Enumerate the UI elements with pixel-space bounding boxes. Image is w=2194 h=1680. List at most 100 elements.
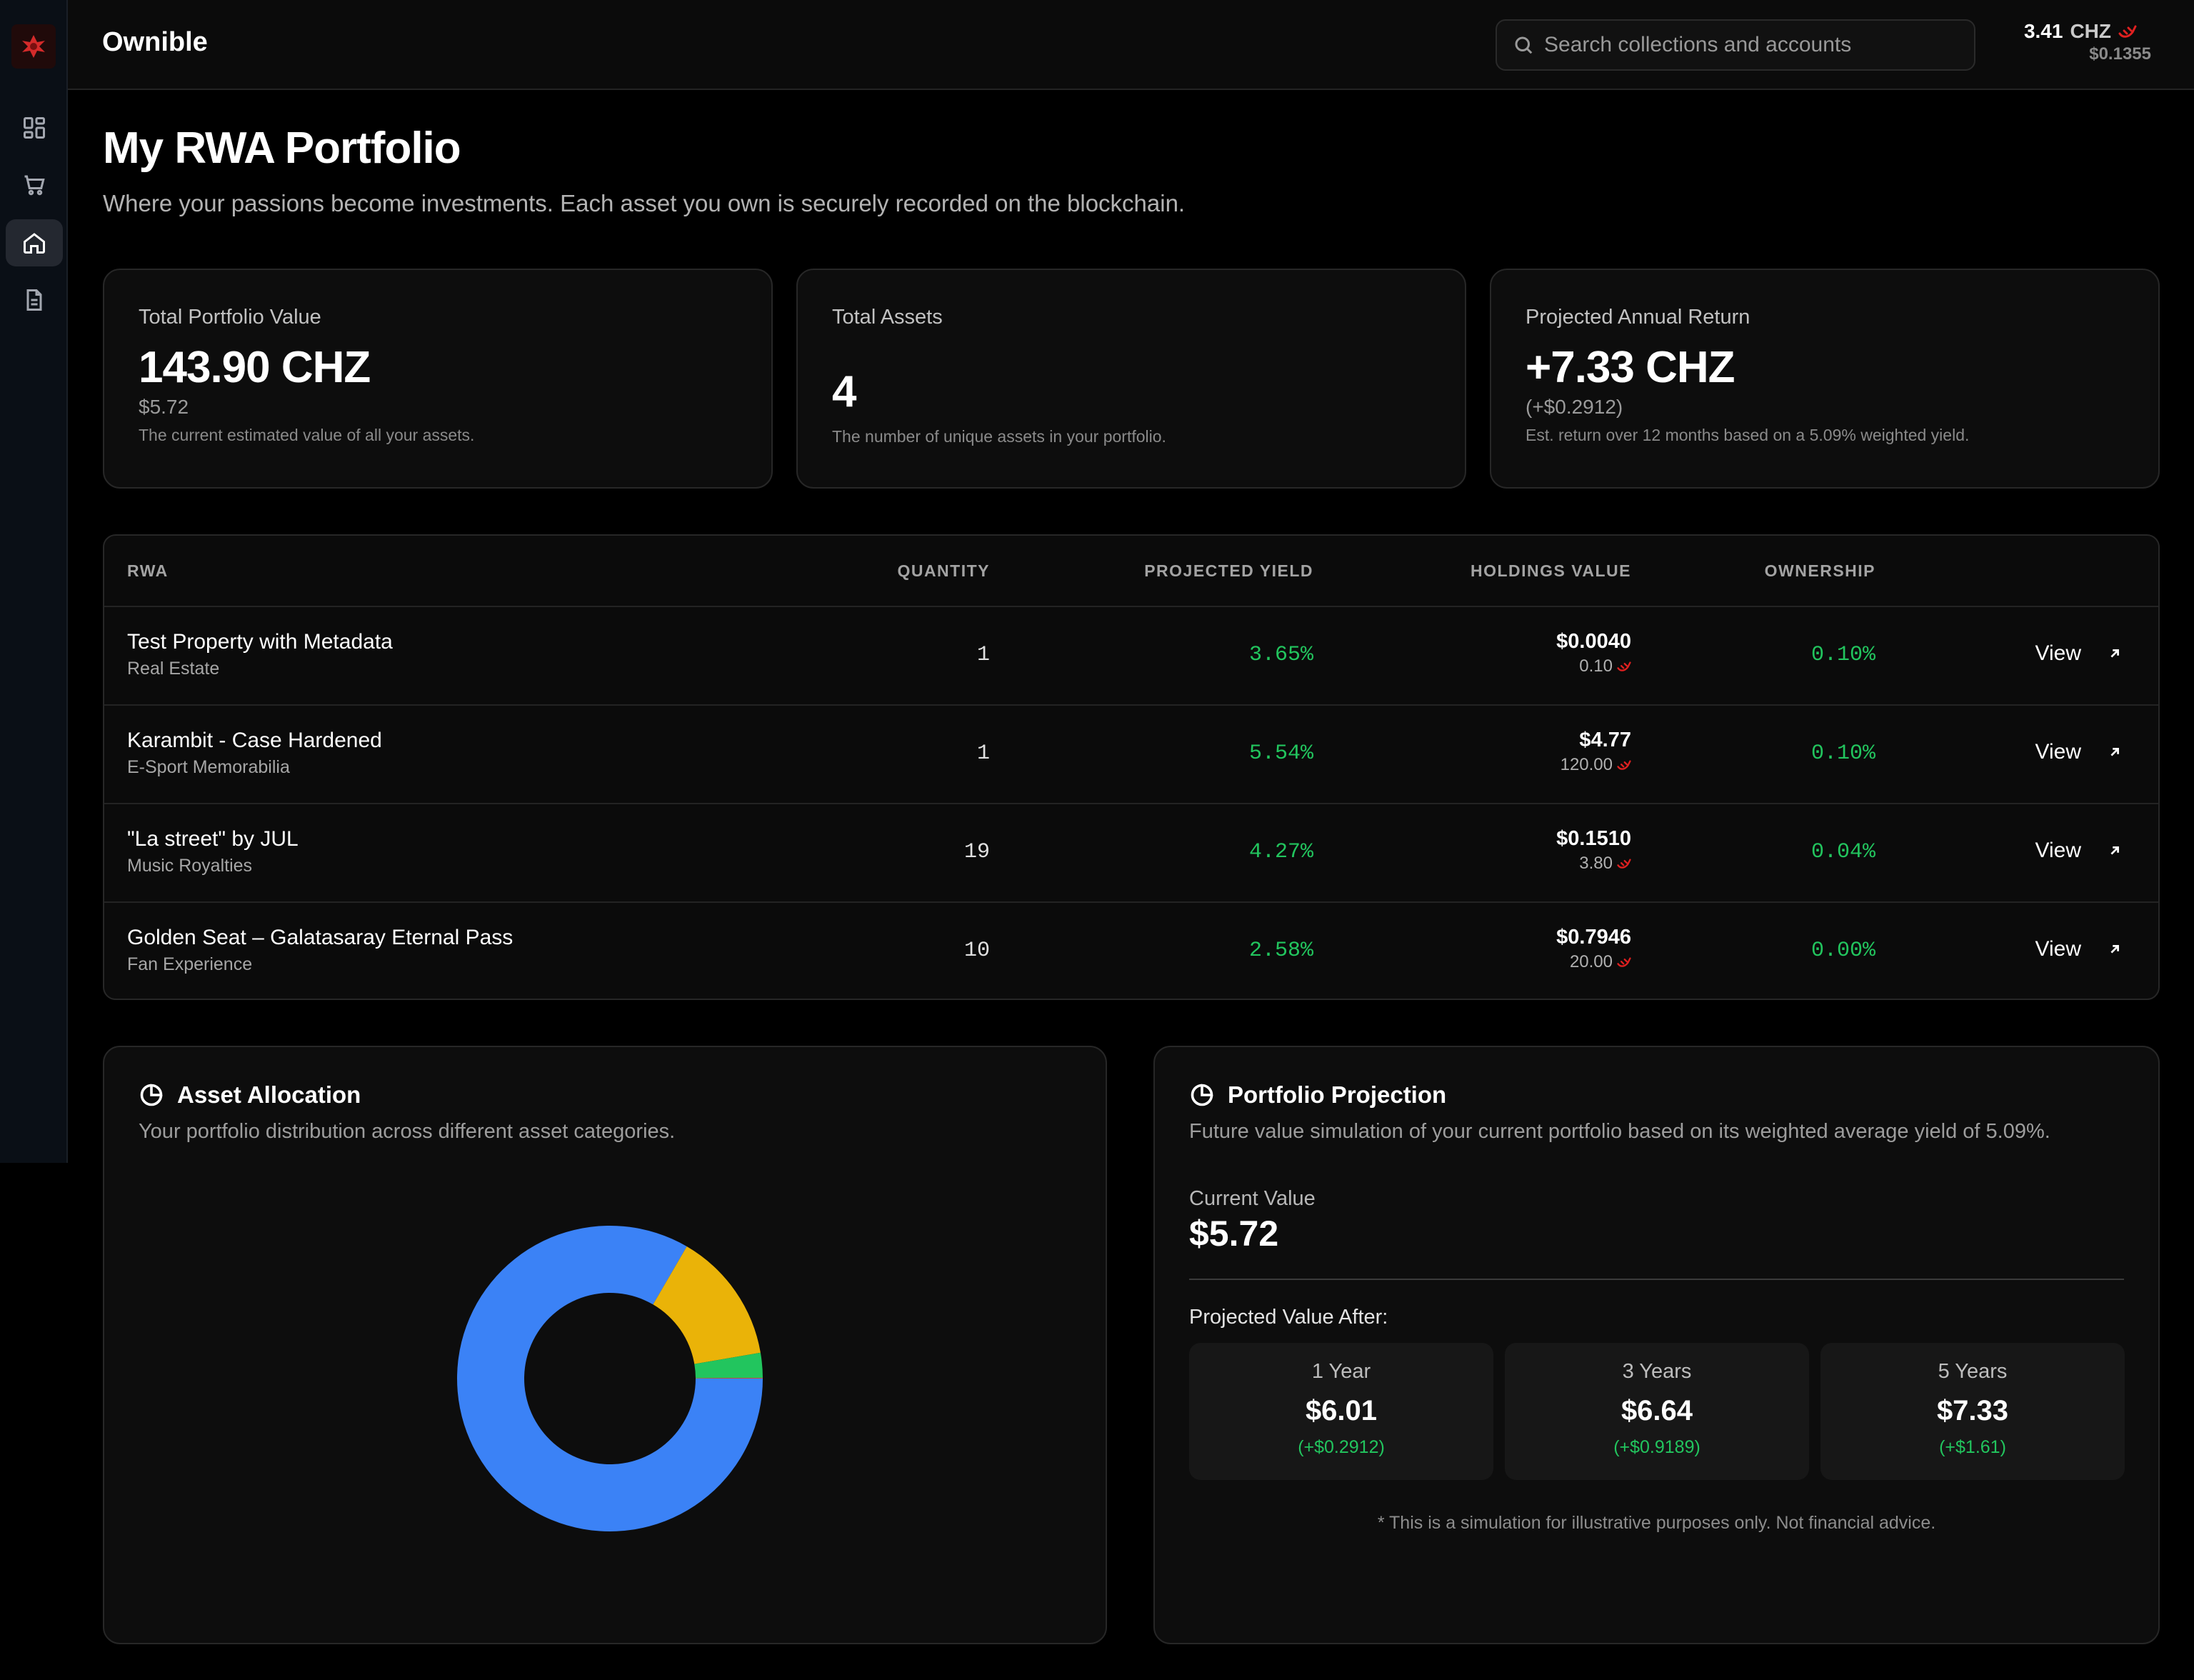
app-logo[interactable] — [11, 24, 56, 69]
projection-1-year: 1 Year $6.01 (+$0.2912) — [1189, 1343, 1493, 1480]
pie-chart-icon — [140, 1084, 163, 1106]
page-title: My RWA Portfolio — [103, 124, 461, 173]
brand-name[interactable]: Ownible — [102, 27, 208, 58]
stat-value: 143.90 CHZ — [139, 343, 371, 392]
view-label: View — [2035, 641, 2081, 665]
header-yield[interactable]: PROJECTED YIELD — [1144, 561, 1313, 581]
search-box[interactable] — [1496, 19, 1975, 71]
table-row[interactable]: Karambit - Case Hardened E-Sport Memorabi… — [104, 704, 2158, 803]
stat-description: Est. return over 12 months based on a 5.… — [1526, 426, 1970, 444]
stat-card-total-value: Total Portfolio Value 143.90 CHZ $5.72 T… — [103, 269, 773, 489]
asset-ownership: 0.10% — [1810, 643, 1875, 667]
view-label: View — [2035, 937, 2081, 961]
holdings-chz: 120.00 — [1561, 755, 1631, 775]
view-button[interactable]: View — [2035, 937, 2123, 961]
asset-category: Music Royalties — [127, 856, 253, 876]
stat-card-total-assets: Total Assets 4 The number of unique asse… — [796, 269, 1466, 489]
asset-name: Test Property with Metadata — [127, 630, 393, 654]
table-row[interactable]: "La street" by JUL Music Royalties 19 4.27%… — [104, 803, 2158, 901]
page-subtitle: Where your passions become investments. … — [103, 190, 1186, 216]
external-arrow-icon — [2110, 748, 2119, 756]
home-icon — [24, 233, 45, 254]
holdings-chz: 20.00 — [1556, 952, 1631, 972]
table-row[interactable]: Test Property with Metadata Real Estate 1 3… — [104, 606, 2158, 704]
balance-usd: $0.1355 — [2089, 44, 2151, 64]
asset-yield: 2.58% — [1248, 939, 1313, 963]
search-input[interactable] — [1544, 33, 1958, 57]
asset-holdings: $0.1510 3.80 — [1556, 827, 1631, 874]
wallet-balance[interactable]: 3.41 CHZ $0.1355 — [2023, 20, 2151, 64]
stat-description: The number of unique assets in your port… — [832, 427, 1166, 446]
holdings-chz-amount: 3.80 — [1579, 854, 1613, 873]
asset-quantity: 19 — [963, 840, 990, 864]
stat-value: +7.33 CHZ — [1526, 343, 1735, 392]
holdings-chz-amount: 0.10 — [1579, 656, 1613, 676]
portfolio-projection-card: Portfolio Projection Future value simula… — [1153, 1046, 2160, 1644]
projection-subtitle: Future value simulation of your current … — [1189, 1120, 2050, 1143]
disclaimer: * This is a simulation for illustrative … — [1377, 1513, 1936, 1533]
current-value: $5.72 — [1189, 1214, 1279, 1254]
holdings-chz: 0.10 — [1556, 656, 1631, 676]
stat-secondary: (+$0.2912) — [1526, 396, 1623, 418]
projected-after-label: Projected Value After: — [1189, 1306, 1388, 1329]
divider — [1189, 1279, 2124, 1280]
cart-icon — [24, 175, 45, 196]
external-arrow-icon — [2110, 649, 2119, 658]
stat-secondary: $5.72 — [139, 396, 189, 418]
nav-documents[interactable] — [6, 276, 63, 324]
sidebar — [0, 0, 68, 1163]
projection-period-label: 3 Years — [1622, 1360, 1692, 1383]
asset-quantity: 1 — [976, 741, 990, 766]
holdings-table: RWA QUANTITY PROJECTED YIELD HOLDINGS VA… — [103, 534, 2160, 1000]
nav-marketplace[interactable] — [6, 161, 63, 209]
header-quantity[interactable]: QUANTITY — [897, 561, 990, 581]
projection-period-value: $6.01 — [1305, 1395, 1378, 1426]
view-button[interactable]: View — [2035, 641, 2123, 666]
table-header: RWA QUANTITY PROJECTED YIELD HOLDINGS VA… — [104, 536, 2158, 606]
asset-category: Real Estate — [127, 659, 220, 679]
asset-yield: 5.54% — [1248, 741, 1313, 766]
balance-unit: CHZ — [2070, 20, 2111, 42]
stat-card-projected-return: Projected Annual Return +7.33 CHZ (+$0.2… — [1490, 269, 2160, 489]
holdings-chz-amount: 120.00 — [1560, 755, 1613, 774]
projection-period-gain: (+$0.2912) — [1298, 1437, 1385, 1457]
asset-holdings: $4.77 120.00 — [1561, 729, 1631, 775]
asset-holdings: $0.7946 20.00 — [1556, 926, 1631, 972]
projection-period-gain: (+$0.9189) — [1613, 1437, 1700, 1457]
projection-period-gain: (+$1.61) — [1939, 1437, 2006, 1457]
asset-ownership: 0.10% — [1810, 741, 1875, 766]
grid-icon — [24, 117, 45, 139]
header-ownership[interactable]: OWNERSHIP — [1765, 561, 1875, 581]
asset-yield: 3.65% — [1248, 643, 1313, 667]
external-arrow-icon — [2110, 846, 2119, 855]
holdings-chz: 3.80 — [1556, 854, 1631, 874]
nav-portfolio[interactable] — [6, 219, 63, 266]
current-value-label: Current Value — [1189, 1187, 1316, 1210]
asset-quantity: 1 — [976, 643, 990, 667]
chz-icon — [2118, 25, 2137, 38]
allocation-title-text: Asset Allocation — [177, 1081, 361, 1108]
asset-category: E-Sport Memorabilia — [127, 757, 290, 777]
allocation-title: Asset Allocation — [139, 1081, 361, 1109]
projection-period-value: $6.64 — [1621, 1395, 1693, 1426]
header-rwa[interactable]: RWA — [127, 561, 169, 581]
asset-quantity: 10 — [963, 939, 990, 963]
document-icon — [26, 289, 42, 311]
holdings-usd: $0.0040 — [1556, 630, 1631, 653]
view-button[interactable]: View — [2035, 839, 2123, 863]
view-button[interactable]: View — [2035, 740, 2123, 764]
asset-allocation-card: Asset Allocation Your portfolio distribu… — [103, 1046, 1107, 1644]
balance-amount: 3.41 — [2023, 20, 2063, 42]
projection-period-value: $7.33 — [1936, 1395, 2009, 1426]
stat-description: The current estimated value of all your … — [139, 426, 475, 444]
holdings-usd: $0.1510 — [1556, 827, 1631, 850]
asset-ownership: 0.04% — [1810, 840, 1875, 864]
nav-dashboard[interactable] — [6, 104, 63, 151]
table-row[interactable]: Golden Seat – Galatasaray Eternal Pass Fa… — [104, 901, 2158, 999]
stat-label: Total Portfolio Value — [139, 306, 321, 329]
logo-icon — [22, 35, 45, 58]
stat-value: 4 — [832, 367, 856, 416]
header-holdings[interactable]: HOLDINGS VALUE — [1471, 561, 1631, 581]
asset-yield: 4.27% — [1248, 840, 1313, 864]
stat-label: Projected Annual Return — [1526, 306, 1750, 329]
